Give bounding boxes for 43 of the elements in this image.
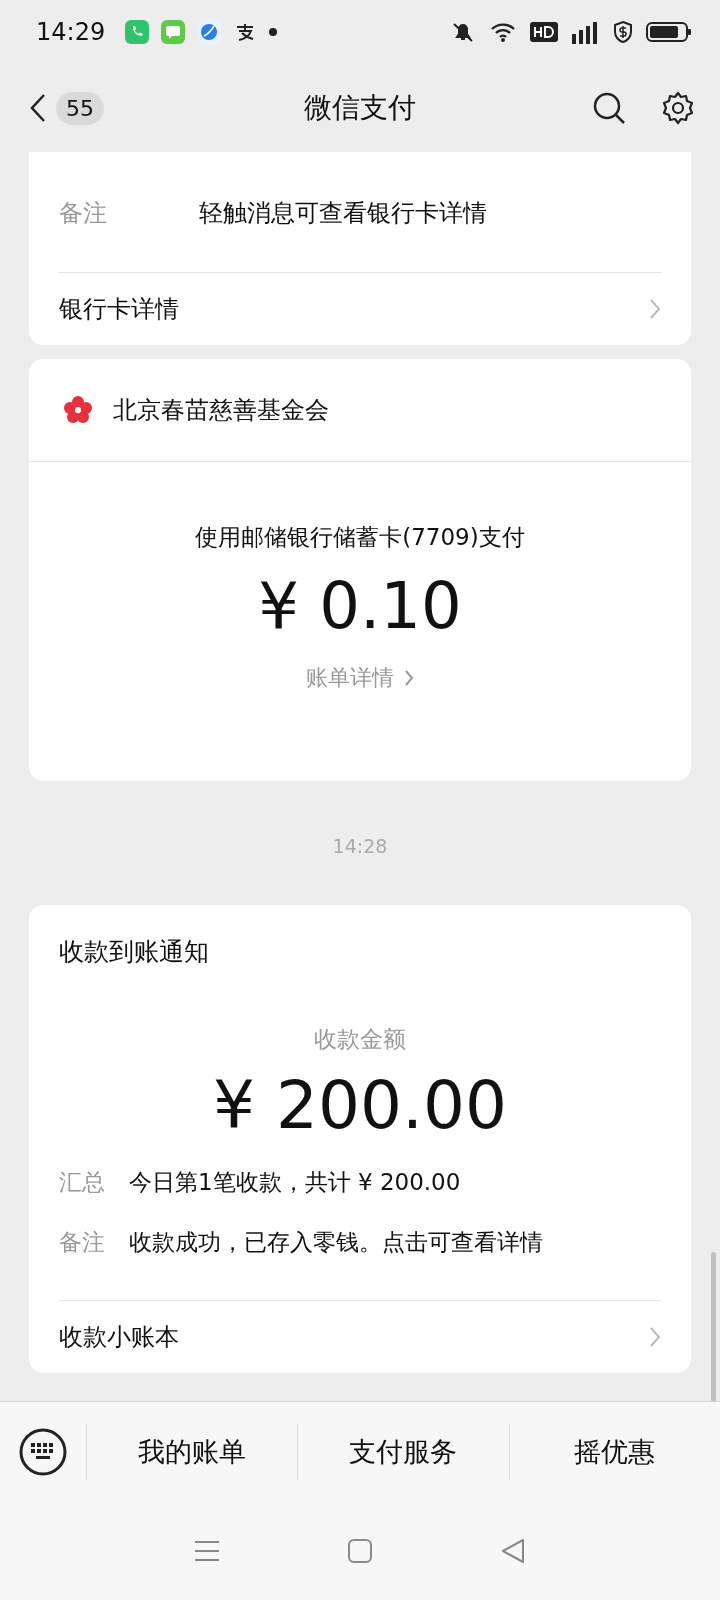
received-amount: ¥ 200.00: [213, 1067, 507, 1144]
field-label: 汇总: [59, 1168, 106, 1197]
menu-button[interactable]: 支付服务: [298, 1424, 510, 1480]
chevron-icon: [649, 298, 661, 320]
menu-button[interactable]: 摇优惠: [509, 1424, 720, 1480]
field-label: 备注: [59, 1228, 106, 1257]
unread-count-badge: 55: [56, 91, 104, 125]
card-link[interactable]: 收款小账本: [59, 1300, 661, 1373]
payment-amount: ¥ 0.10: [258, 569, 462, 643]
back-triangle-icon[interactable]: [500, 1538, 527, 1564]
home-icon[interactable]: [347, 1538, 373, 1564]
keyboard-icon[interactable]: [19, 1428, 67, 1476]
field-value: 今日第1笔收款，共计 ¥ 200.00: [129, 1168, 461, 1197]
field-label: 备注: [59, 198, 108, 229]
hd-icon: [530, 22, 558, 42]
search-icon[interactable]: [592, 91, 626, 125]
signal-icon: [570, 20, 600, 44]
status-time: 14:29: [36, 18, 106, 46]
message-timestamp: 14:28: [332, 835, 388, 857]
browser-app-icon: [197, 20, 222, 44]
phone-app-icon: [125, 20, 150, 44]
bank-message-card[interactable]: 备注 轻触消息可查看银行卡详情 银行卡详情: [29, 152, 691, 345]
payment-message-card[interactable]: 北京春苗慈善基金会 使用邮储银行储蓄卡(7709)支付 ¥ 0.10 账单详情: [29, 359, 691, 781]
menu-icon[interactable]: [193, 1539, 220, 1563]
field-value: 收款成功，已存入零钱。点击可查看详情: [129, 1228, 543, 1257]
settings-icon[interactable]: [660, 90, 696, 126]
battery-icon: [646, 21, 692, 43]
flower-icon: [63, 395, 93, 425]
chevron-icon: [404, 669, 414, 687]
receipt-message-card[interactable]: 收款到账通知 收款金额 ¥ 200.00 汇总 今日第1笔收款，共计 ¥ 200.00 备注 收款成功，已存入零钱。点击可查看详情 收款小账本: [29, 905, 691, 1373]
menu-button[interactable]: 我的账单: [87, 1424, 299, 1480]
chevron-icon: [649, 1326, 661, 1348]
notification-dot-icon: [269, 28, 278, 36]
payment-method: 使用邮储银行储蓄卡(7709)支付: [195, 523, 525, 552]
back-icon[interactable]: [28, 93, 48, 123]
notice-title: 收款到账通知: [59, 936, 210, 968]
field-value: 轻触消息可查看银行卡详情: [199, 198, 487, 229]
amount-label: 收款金额: [314, 1025, 406, 1054]
card-link[interactable]: 银行卡详情: [59, 272, 661, 345]
window-title: 微信支付: [304, 90, 416, 126]
merchant-name: 北京春苗慈善基金会: [113, 395, 329, 426]
shield-icon: [612, 20, 634, 44]
chat-app-icon: [161, 20, 186, 44]
